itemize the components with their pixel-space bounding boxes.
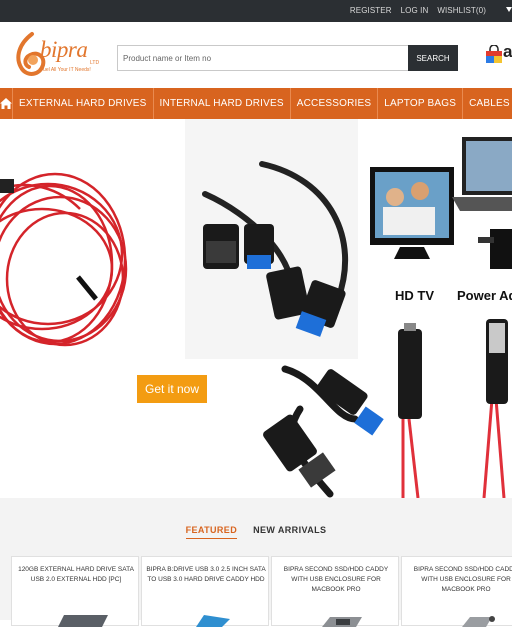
nav-item-internal-hard-drives[interactable]: INTERNAL HARD DRIVES: [154, 88, 291, 119]
product-card[interactable]: 120GB EXTERNAL HARD DRIVE SATA USB 2.0 E…: [11, 556, 139, 627]
product-list: 120GB EXTERNAL HARD DRIVE SATA USB 2.0 E…: [11, 556, 512, 627]
product-image: [462, 616, 495, 627]
wishlist-link[interactable]: WISHLIST(0): [437, 6, 486, 15]
nav-item-external-hard-drives[interactable]: EXTERNAL HARD DRIVES: [13, 88, 154, 119]
account-links: REGISTER LOG IN WISHLIST(0): [350, 6, 486, 15]
nav-home[interactable]: [0, 88, 13, 119]
product-card[interactable]: BIPRA SECOND SSD/HDD CADDY WITH USB ENCL…: [401, 556, 512, 627]
tab-featured[interactable]: FEATURED: [185, 525, 238, 539]
site-logo[interactable]: bipra LTD Fuel All Your IT Needs!: [10, 29, 100, 81]
product-tabs: FEATURED NEW ARRIVALS: [0, 525, 512, 539]
home-icon: [0, 98, 12, 109]
shopping-bag-icon: [486, 45, 502, 63]
search-input[interactable]: [117, 45, 408, 71]
product-card[interactable]: BIPRA SECOND SSD/HDD CADDY WITH USB ENCL…: [271, 556, 399, 627]
product-card[interactable]: BIPRA B:DRIVE USB 3.0 2.5 INCH SATA TO U…: [141, 556, 269, 627]
site-header: bipra LTD Fuel All Your IT Needs! SEARCH…: [0, 22, 512, 88]
banner-artwork: [0, 119, 512, 498]
search-button[interactable]: SEARCH: [408, 45, 458, 71]
product-title[interactable]: BIPRA SECOND SSD/HDD CADDY WITH USB ENCL…: [406, 565, 512, 595]
nav-item-accessories[interactable]: ACCESSORIES: [291, 88, 379, 119]
chevron-down-icon[interactable]: [506, 7, 512, 12]
product-image: [322, 617, 362, 627]
product-image: [58, 615, 108, 627]
logo-tagline: Fuel All Your IT Needs!: [40, 67, 91, 73]
products-section: FEATURED NEW ARRIVALS 120GB EXTERNAL HAR…: [0, 498, 512, 627]
logo-trademark: LTD: [90, 60, 100, 66]
cart-label: a: [503, 42, 512, 61]
login-link[interactable]: LOG IN: [401, 6, 429, 15]
get-it-now-button[interactable]: Get it now: [137, 375, 207, 403]
top-bar: REGISTER LOG IN WISHLIST(0): [0, 0, 512, 22]
product-title[interactable]: BIPRA B:DRIVE USB 3.0 2.5 INCH SATA TO U…: [146, 565, 266, 585]
power-adapter-label: Power Ada: [457, 288, 512, 303]
tab-new-arrivals[interactable]: NEW ARRIVALS: [253, 525, 326, 539]
product-title[interactable]: BIPRA SECOND SSD/HDD CADDY WITH USB ENCL…: [276, 565, 396, 595]
product-title[interactable]: 120GB EXTERNAL HARD DRIVE SATA USB 2.0 E…: [16, 565, 136, 585]
register-link[interactable]: REGISTER: [350, 6, 392, 15]
nav-item-cables[interactable]: CABLES: [463, 88, 512, 119]
nav-item-laptop-bags[interactable]: LAPTOP BAGS: [378, 88, 464, 119]
logo-wordmark: bipra: [40, 37, 88, 62]
product-image: [196, 615, 230, 627]
main-navigation: EXTERNAL HARD DRIVES INTERNAL HARD DRIVE…: [0, 88, 512, 119]
hdtv-label: HD TV: [395, 288, 434, 303]
cart-button[interactable]: a: [484, 42, 512, 70]
hero-banner[interactable]: HD TV Power Ada Get it now: [0, 119, 512, 498]
hdtv-image: [370, 167, 454, 259]
red-cable-image: [0, 172, 128, 347]
